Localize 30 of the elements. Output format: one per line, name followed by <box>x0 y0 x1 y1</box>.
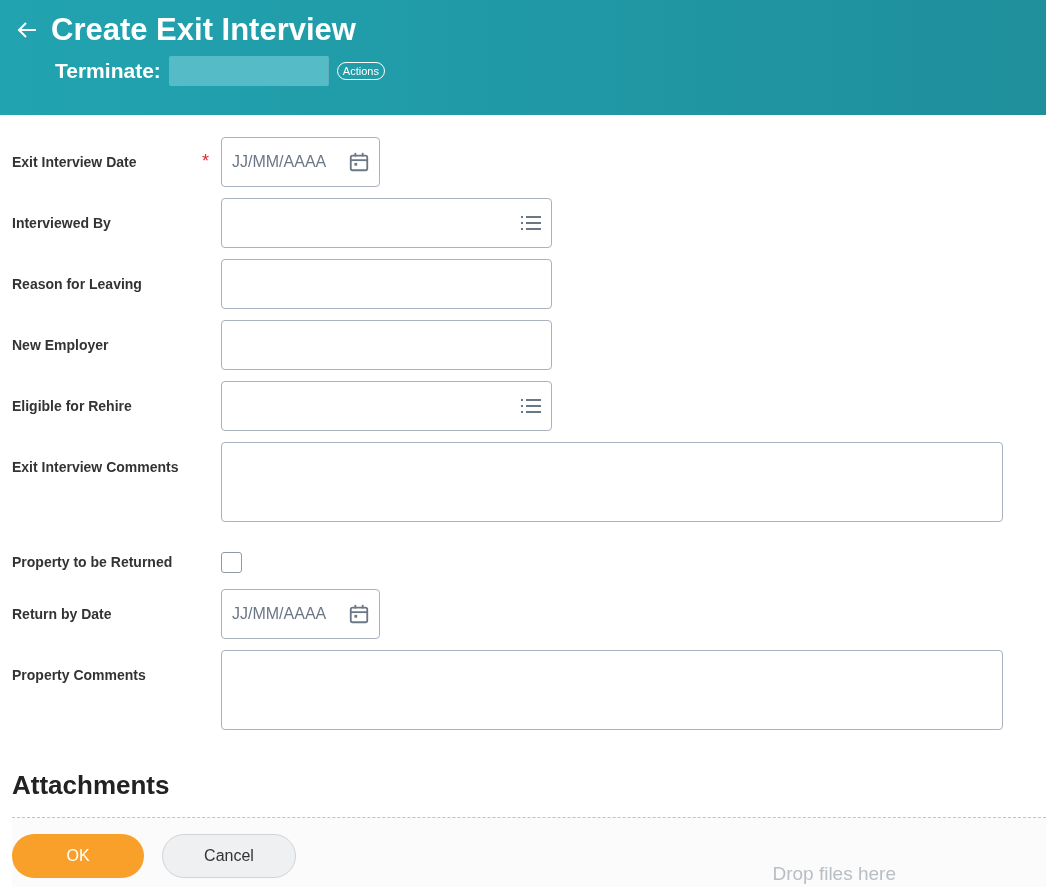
field-label: Property to be Returned <box>12 552 174 572</box>
field-label: Eligible for Rehire <box>12 397 133 416</box>
field-label: Interviewed By <box>12 214 112 233</box>
date-field[interactable]: JJ/MM/AAAA <box>221 137 380 187</box>
text-area[interactable] <box>221 442 1003 522</box>
calendar-icon <box>348 151 370 173</box>
page-title: Create Exit Interview <box>51 12 356 48</box>
prompt-field[interactable] <box>221 198 552 248</box>
cancel-button[interactable]: Cancel <box>162 834 296 878</box>
text-field[interactable] <box>221 320 552 370</box>
section-title: Attachments <box>11 769 171 802</box>
drop-zone-hint: Drop files here <box>772 862 896 884</box>
list-icon <box>521 398 541 414</box>
checkbox[interactable] <box>221 551 242 573</box>
field-label: Exit Interview Date <box>12 153 138 172</box>
required-asterisk: * <box>202 152 209 173</box>
date-field[interactable]: JJ/MM/AAAA <box>221 589 380 639</box>
text-area[interactable] <box>221 650 1003 730</box>
field-label: Reason for Leaving <box>12 275 143 294</box>
field-label: Return by Date <box>12 605 113 624</box>
list-icon <box>521 215 541 231</box>
field-label: New Employer <box>12 336 110 355</box>
calendar-icon <box>348 603 370 625</box>
ok-button[interactable]: OK <box>12 834 144 878</box>
text-field[interactable] <box>221 259 552 309</box>
back-arrow-icon[interactable] <box>17 21 37 39</box>
prompt-field[interactable] <box>221 381 552 431</box>
field-label: Exit Interview Comments <box>12 458 180 477</box>
subtitle-label: Terminate: <box>55 58 161 84</box>
field-label: Property Comments <box>12 666 147 685</box>
